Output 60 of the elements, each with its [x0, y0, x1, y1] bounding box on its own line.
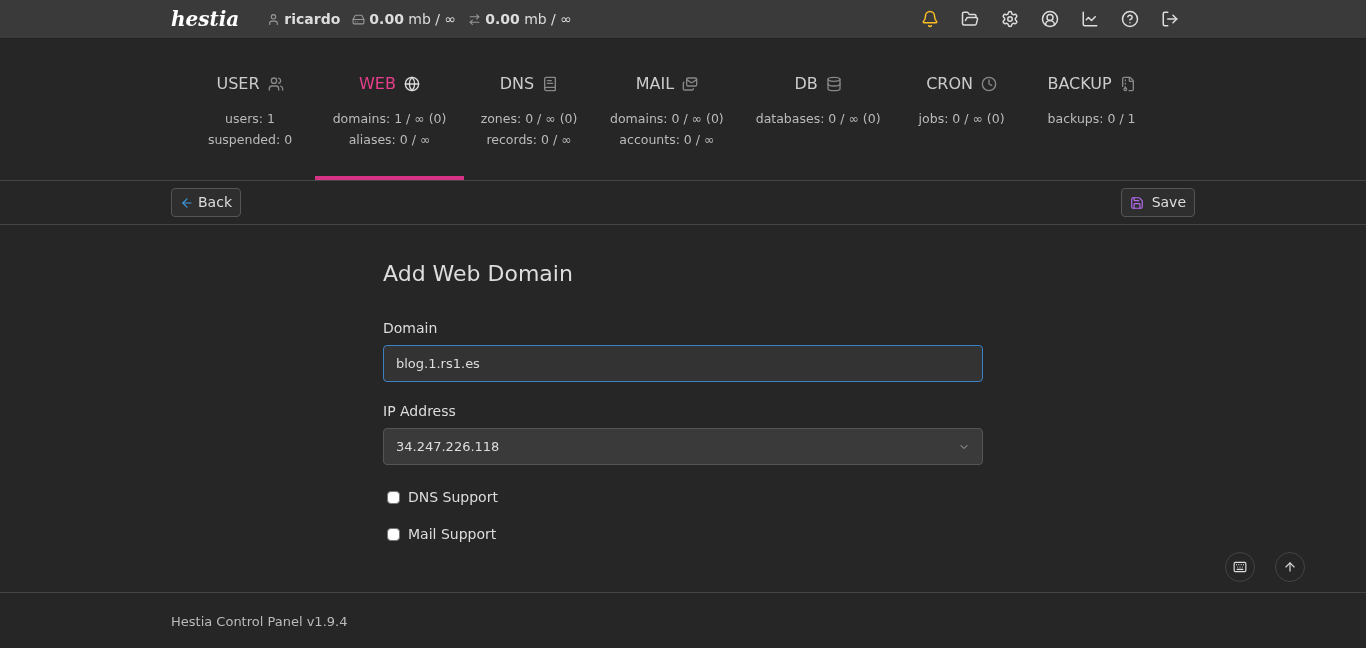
tab-stat: aliases: 0 / ∞ — [348, 131, 431, 149]
checkbox-label: DNS Support — [408, 488, 498, 507]
stat-tab[interactable]: WEB domains: 1 / ∞ (0) aliases: 0 / ∞ — [315, 39, 464, 180]
domain-input[interactable]: blog.1.rs1.es — [383, 345, 983, 382]
stat-tab[interactable]: MAIL domains: 0 / ∞ (0) accounts: 0 / ∞ — [594, 39, 740, 180]
tab-stat: suspended: 0 — [207, 131, 293, 149]
ip-select[interactable]: 34.247.226.118 — [383, 428, 983, 465]
envelopes-icon — [682, 76, 699, 92]
field-label: IP Address — [383, 402, 457, 421]
checkbox[interactable] — [387, 491, 400, 504]
checkbox[interactable] — [387, 528, 400, 541]
globe-icon — [403, 76, 420, 92]
user-icon — [267, 12, 281, 26]
tab-stat: domains: 1 / ∞ (0) — [332, 110, 447, 128]
bell-icon[interactable] — [921, 10, 939, 28]
chart-icon[interactable] — [1081, 10, 1099, 28]
footer-text: Hestia Control Panel v1.9.4 — [171, 613, 348, 629]
page-title: Add Web Domain — [383, 260, 574, 288]
database-icon — [825, 76, 842, 92]
users-icon — [267, 76, 284, 92]
field-label: Domain — [383, 319, 439, 338]
tab-label: DB — [794, 73, 818, 95]
arrow-up-icon — [1283, 560, 1297, 574]
tab-label: WEB — [359, 73, 396, 95]
logout-icon[interactable] — [1161, 10, 1179, 28]
disk-usage: 0.00 mb / ∞ — [369, 9, 457, 29]
tab-stat: domains: 0 / ∞ (0) — [610, 110, 724, 128]
stat-tab[interactable]: CRON jobs: 0 / ∞ (0) — [896, 39, 1027, 180]
tab-label: DNS — [499, 73, 535, 95]
checkbox-label: Mail Support — [408, 525, 497, 544]
tab-label: MAIL — [635, 73, 675, 95]
user-circle-icon[interactable] — [1041, 10, 1059, 28]
tab-stat: jobs: 0 / ∞ (0) — [918, 110, 1005, 128]
save-button[interactable]: Save — [1120, 188, 1195, 217]
folder-icon[interactable] — [961, 10, 979, 28]
tab-label: CRON — [926, 73, 973, 95]
tab-stat: records: 0 / ∞ — [486, 131, 572, 149]
bandwidth-usage: 0.00 mb / ∞ — [485, 9, 572, 29]
tab-stat: databases: 0 / ∞ (0) — [755, 110, 881, 128]
username[interactable]: ricardo — [284, 8, 341, 30]
stat-tab[interactable]: BACKUP backups: 0 / 1 — [1026, 39, 1157, 180]
tab-stat: accounts: 0 / ∞ — [619, 131, 715, 149]
tab-stat: zones: 0 / ∞ (0) — [480, 110, 578, 128]
back-button[interactable]: Back — [171, 188, 241, 217]
stat-tab[interactable]: DNS zones: 0 / ∞ (0) records: 0 / ∞ — [464, 39, 594, 180]
tab-stat: backups: 0 / 1 — [1047, 110, 1136, 128]
help-icon[interactable] — [1121, 10, 1139, 28]
stat-tab[interactable]: DB databases: 0 / ∞ (0) — [739, 39, 897, 180]
stat-tab[interactable]: USER users: 1 suspended: 0 — [185, 39, 315, 180]
floppy-icon — [1129, 195, 1144, 210]
keyboard-icon — [1233, 560, 1247, 574]
tab-label: BACKUP — [1047, 73, 1112, 95]
tab-label: USER — [216, 73, 260, 95]
file-icon — [1119, 76, 1136, 92]
tab-stat: users: 1 — [225, 110, 275, 128]
book-icon — [542, 76, 559, 92]
transfer-icon — [468, 12, 482, 26]
clock-icon — [981, 76, 997, 92]
logo[interactable]: hestia — [171, 4, 240, 34]
settings-icon[interactable] — [1001, 10, 1019, 28]
